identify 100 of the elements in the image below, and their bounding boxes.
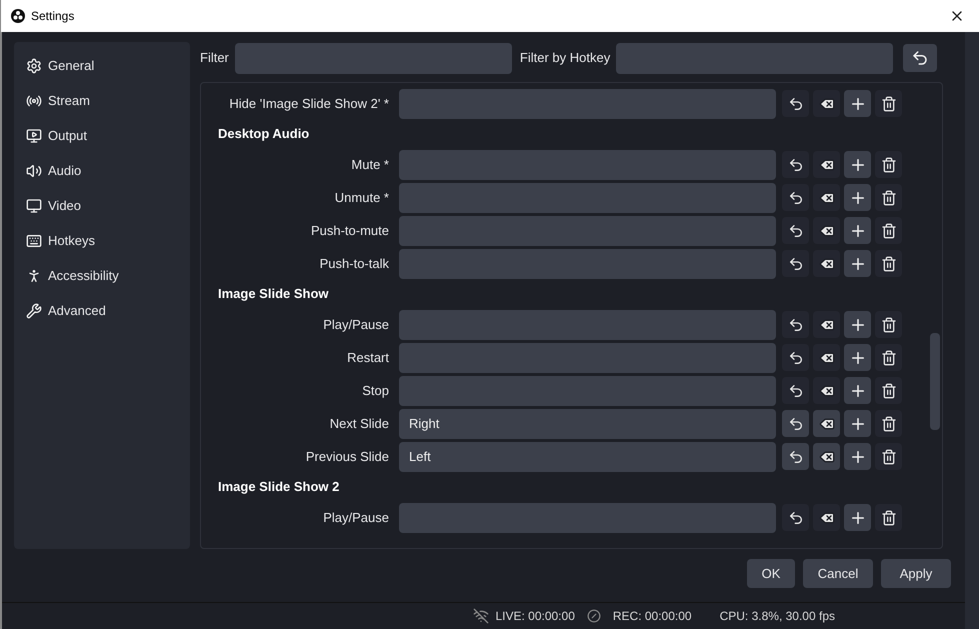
hotkey-field[interactable] <box>399 216 776 246</box>
hotkey-label: Play/Pause <box>322 316 390 334</box>
dialog-button[interactable]: Apply <box>881 559 951 588</box>
clear-button[interactable] <box>813 344 840 371</box>
revert-button[interactable] <box>782 443 809 470</box>
trash-icon <box>880 510 896 526</box>
revert-button[interactable] <box>782 311 809 338</box>
clear-button[interactable] <box>813 443 840 470</box>
clear-button[interactable] <box>813 311 840 338</box>
delete-button[interactable] <box>875 184 902 211</box>
backspace-icon <box>818 96 834 112</box>
clear-button[interactable] <box>813 184 840 211</box>
revert-button[interactable] <box>782 184 809 211</box>
revert-button[interactable] <box>782 504 809 531</box>
add-button[interactable] <box>844 410 871 437</box>
clear-button[interactable] <box>813 90 840 117</box>
clear-button[interactable] <box>813 151 840 178</box>
hotkey-label: Next Slide <box>328 414 390 433</box>
hotkey-field[interactable]: Left <box>399 442 776 472</box>
add-button[interactable] <box>844 151 871 178</box>
trash-icon <box>880 156 896 172</box>
clear-button[interactable] <box>813 410 840 437</box>
scrollbar-thumb[interactable] <box>930 333 940 430</box>
hotkey-label: Push-to-mute <box>310 222 390 240</box>
clear-button[interactable] <box>813 217 840 244</box>
wrench-icon <box>26 302 42 318</box>
delete-button[interactable] <box>875 443 902 470</box>
hotkey-field[interactable]: Right <box>399 408 776 438</box>
trash-icon <box>880 96 896 112</box>
delete-button[interactable] <box>875 344 902 371</box>
hotkey-field[interactable] <box>399 248 776 278</box>
add-button[interactable] <box>844 311 871 338</box>
sidebar-item[interactable]: General <box>26 54 190 77</box>
delete-button[interactable] <box>875 410 902 437</box>
hotkey-label: Previous Slide <box>304 448 390 466</box>
screen-play-icon <box>26 128 42 144</box>
delete-button[interactable] <box>875 90 902 117</box>
delete-button[interactable] <box>875 250 902 277</box>
speaker-icon <box>26 162 42 178</box>
revert-button[interactable] <box>782 217 809 244</box>
revert-button[interactable] <box>782 410 809 437</box>
dialog-button[interactable]: Cancel <box>803 559 873 588</box>
hotkey-field[interactable] <box>399 310 776 340</box>
hotkey-field[interactable] <box>399 502 776 532</box>
add-button[interactable] <box>844 250 871 277</box>
revert-button[interactable] <box>782 377 809 404</box>
backspace-icon <box>818 448 834 464</box>
filter-field[interactable] <box>234 42 512 74</box>
trash-icon <box>880 448 896 464</box>
add-button[interactable] <box>844 184 871 211</box>
backspace-icon <box>818 190 834 206</box>
delete-button[interactable] <box>875 311 902 338</box>
clear-button[interactable] <box>813 377 840 404</box>
undo-icon <box>788 96 804 112</box>
hotkey-field[interactable] <box>399 150 776 180</box>
sidebar-item[interactable]: Audio <box>26 159 190 182</box>
undo-icon <box>788 156 804 172</box>
keyboard-icon <box>26 232 42 248</box>
revert-button[interactable] <box>782 151 809 178</box>
revert-button[interactable] <box>903 44 938 72</box>
dialog-button[interactable]: OK <box>747 559 795 588</box>
revert-button[interactable] <box>782 90 809 117</box>
filter-field[interactable] <box>616 42 894 74</box>
add-button[interactable] <box>844 90 871 117</box>
trash-icon <box>880 256 896 272</box>
hotkey-field[interactable] <box>399 342 776 372</box>
sidebar-item[interactable]: Stream <box>26 89 190 112</box>
revert-button[interactable] <box>782 344 809 371</box>
add-button[interactable] <box>844 504 871 531</box>
undo-icon <box>788 350 804 366</box>
sidebar-item[interactable]: Accessibility <box>26 264 190 287</box>
trash-icon <box>880 382 896 398</box>
hotkey-field[interactable] <box>399 182 776 212</box>
delete-button[interactable] <box>875 217 902 244</box>
hotkey-field[interactable] <box>399 376 776 406</box>
add-button[interactable] <box>844 377 871 404</box>
gear-icon <box>26 58 42 74</box>
clear-button[interactable] <box>813 504 840 531</box>
app-logo-icon <box>11 9 25 23</box>
trash-icon <box>880 316 896 332</box>
delete-button[interactable] <box>875 377 902 404</box>
delete-button[interactable] <box>875 504 902 531</box>
live-time: LIVE: 00:00:00 <box>495 608 575 625</box>
add-button[interactable] <box>844 344 871 371</box>
sidebar-item[interactable]: Advanced <box>26 299 190 322</box>
section-heading: Image Slide Show 2 <box>218 478 340 496</box>
delete-button[interactable] <box>875 151 902 178</box>
hotkey-field[interactable] <box>399 88 776 118</box>
clear-button[interactable] <box>813 250 840 277</box>
cpu-usage: CPU: 3.8%, 30.00 fps <box>720 608 835 625</box>
backspace-icon <box>818 416 834 432</box>
sidebar-item[interactable]: Hotkeys <box>26 229 190 252</box>
sidebar-item[interactable]: Video <box>26 194 190 217</box>
sidebar-item[interactable]: Output <box>26 124 190 147</box>
undo-icon <box>788 316 804 332</box>
revert-button[interactable] <box>782 250 809 277</box>
hotkey-label: Stop <box>361 382 390 400</box>
trash-icon <box>880 350 896 366</box>
add-button[interactable] <box>844 217 871 244</box>
add-button[interactable] <box>844 443 871 470</box>
